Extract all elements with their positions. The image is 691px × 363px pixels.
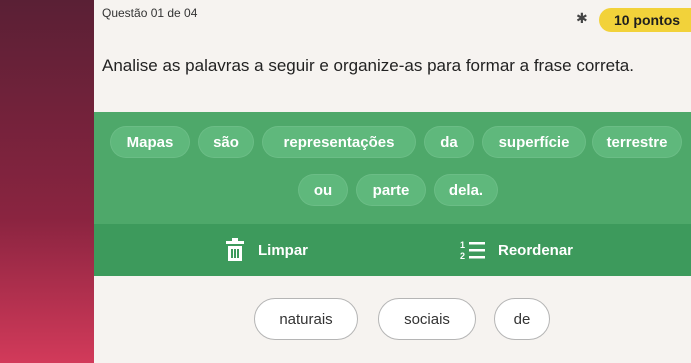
background-strip: [0, 0, 100, 363]
answer-word-chip[interactable]: da: [424, 126, 474, 158]
action-bar: Limpar 1 2 Reordenar: [94, 224, 691, 276]
bank-word-chip[interactable]: naturais: [254, 298, 358, 340]
trash-icon: [226, 238, 244, 261]
question-prompt: Analise as palavras a seguir e organize-…: [102, 56, 634, 75]
clear-label: Limpar: [258, 241, 309, 259]
question-card: Questão 01 de 04 ✱ 10 pontos Analise as …: [94, 0, 691, 363]
svg-text:1: 1: [460, 240, 465, 250]
answer-area: Mapas são representações da superfície t…: [94, 112, 691, 224]
points-badge: 10 pontos: [599, 8, 691, 32]
answer-word-chip[interactable]: representações: [262, 126, 416, 158]
svg-text:2: 2: [460, 251, 465, 261]
bank-word-chip[interactable]: de: [494, 298, 550, 340]
asterisk-icon: ✱: [576, 10, 588, 26]
reorder-button[interactable]: 1 2 Reordenar: [460, 236, 573, 264]
bank-word-chip[interactable]: sociais: [378, 298, 476, 340]
answer-word-chip[interactable]: Mapas: [110, 126, 190, 158]
clear-button[interactable]: Limpar: [224, 236, 308, 264]
reorder-label: Reordenar: [498, 241, 574, 259]
answer-word-chip[interactable]: dela.: [434, 174, 498, 206]
answer-word-chip[interactable]: são: [198, 126, 254, 158]
answer-word-chip[interactable]: superfície: [482, 126, 586, 158]
answer-word-chip[interactable]: ou: [298, 174, 348, 206]
answer-word-chip[interactable]: parte: [356, 174, 426, 206]
question-counter: Questão 01 de 04: [102, 6, 198, 20]
answer-word-chip[interactable]: terrestre: [592, 126, 682, 158]
word-bank: naturais sociais de: [94, 276, 691, 363]
ordered-list-icon: 1 2: [460, 240, 485, 261]
